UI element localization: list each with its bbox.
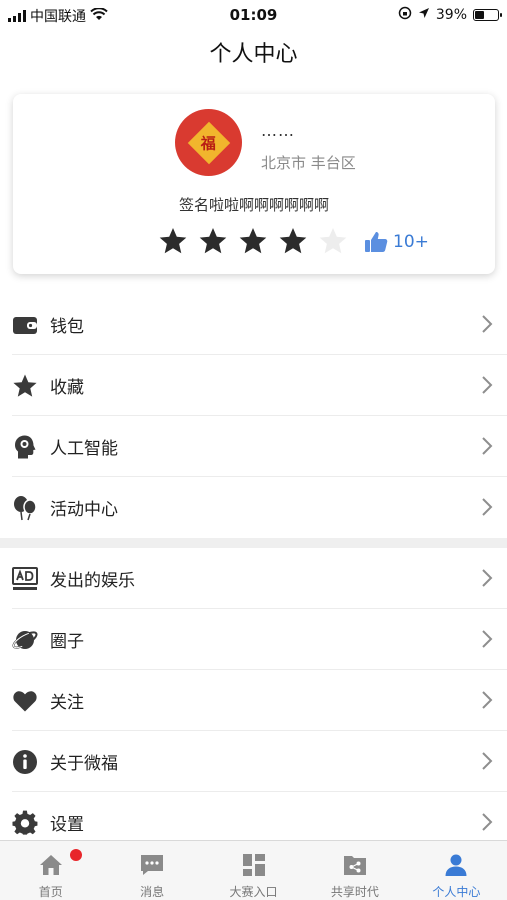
- menu-label: 收藏: [50, 378, 84, 398]
- menu-group-more: 发出的娱乐 圈子 关注 关于微福 设置: [0, 548, 507, 853]
- menu-item-circle[interactable]: 圈子: [0, 609, 507, 670]
- message-icon: [140, 853, 164, 877]
- menu-item-activities[interactable]: 活动中心: [0, 477, 507, 538]
- tab-label: 消息: [140, 885, 165, 899]
- tab-bar: 首页 消息 大赛入口 共享时代 个人中心: [0, 840, 507, 900]
- user-signature: 签名啦啦啊啊啊啊啊啊: [178, 196, 329, 214]
- menu-item-favorites[interactable]: 收藏: [0, 355, 507, 416]
- notification-badge: [70, 849, 82, 861]
- home-icon: [39, 853, 63, 877]
- likes-count: 10+: [393, 232, 429, 252]
- tab-home[interactable]: 首页: [0, 841, 101, 900]
- menu-label: 钱包: [50, 317, 84, 337]
- tab-label: 共享时代: [330, 885, 379, 899]
- chevron-right-icon: [481, 568, 493, 588]
- section-divider: [0, 538, 507, 548]
- tab-share[interactable]: 共享时代: [304, 841, 405, 900]
- star-filled-icon: [158, 226, 188, 256]
- ai-head-icon: [12, 434, 38, 460]
- heart-icon: [12, 688, 38, 714]
- chevron-right-icon: [481, 690, 493, 710]
- menu-label: 设置: [50, 815, 84, 835]
- likes[interactable]: 10+: [363, 229, 429, 255]
- star-icon: [12, 373, 38, 399]
- page-title: 个人中心: [209, 42, 298, 67]
- user-icon: [444, 853, 468, 877]
- menu-group-account: 钱包 收藏 人工智能 活动中心: [0, 294, 507, 538]
- star-filled-icon: [278, 226, 308, 256]
- info-icon: [12, 749, 38, 775]
- chevron-right-icon: [481, 812, 493, 832]
- star-empty-icon: [318, 226, 348, 256]
- menu-item-entertainment[interactable]: 发出的娱乐: [0, 548, 507, 609]
- tab-messages[interactable]: 消息: [101, 841, 202, 900]
- menu-label: 活动中心: [50, 500, 118, 520]
- avatar-text: 福: [200, 133, 217, 152]
- star-filled-icon: [238, 226, 268, 256]
- status-right: 39%: [398, 6, 502, 24]
- dashboard-icon: [242, 853, 266, 877]
- chevron-right-icon: [481, 629, 493, 649]
- battery-percent: 39%: [435, 7, 467, 23]
- battery-icon: [473, 9, 502, 21]
- menu-item-about[interactable]: 关于微福: [0, 731, 507, 792]
- balloons-icon: [12, 495, 38, 521]
- menu-item-follow[interactable]: 关注: [0, 670, 507, 731]
- tab-profile[interactable]: 个人中心: [406, 841, 507, 900]
- planet-icon: [12, 627, 38, 653]
- menu-item-ai[interactable]: 人工智能: [0, 416, 507, 477]
- wallet-icon: [12, 312, 38, 338]
- share-icon: [343, 853, 367, 877]
- user-location: 北京市 丰台区: [261, 154, 356, 172]
- chevron-right-icon: [481, 751, 493, 771]
- gear-icon: [12, 810, 38, 836]
- star-rating: [158, 226, 348, 256]
- tab-contest[interactable]: 大赛入口: [203, 841, 304, 900]
- ad-icon: [12, 566, 38, 592]
- star-filled-icon: [198, 226, 228, 256]
- username: ……: [261, 121, 295, 140]
- status-bar: 中国联通 01:09 39%: [0, 0, 507, 30]
- menu-item-wallet[interactable]: 钱包: [0, 294, 507, 355]
- tab-label: 大赛入口: [229, 885, 278, 899]
- menu-label: 发出的娱乐: [50, 571, 135, 591]
- rotation-lock-icon: [398, 6, 412, 24]
- menu-label: 关注: [50, 693, 84, 713]
- menu-label: 圈子: [50, 632, 84, 652]
- avatar[interactable]: 福: [175, 109, 242, 176]
- tab-label: 首页: [38, 885, 63, 899]
- thumbs-up-icon: [363, 229, 389, 255]
- chevron-right-icon: [481, 497, 493, 517]
- chevron-right-icon: [481, 375, 493, 395]
- chevron-right-icon: [481, 314, 493, 334]
- battery-fill: [475, 11, 485, 19]
- chevron-right-icon: [481, 436, 493, 456]
- tab-label: 个人中心: [432, 885, 481, 899]
- fu-emblem-icon: 福: [187, 121, 230, 164]
- location-arrow-icon: [418, 7, 430, 23]
- menu-label: 人工智能: [50, 439, 118, 459]
- profile-card[interactable]: 福 …… 北京市 丰台区 签名啦啦啊啊啊啊啊啊 10+: [13, 94, 495, 274]
- menu-label: 关于微福: [50, 754, 118, 774]
